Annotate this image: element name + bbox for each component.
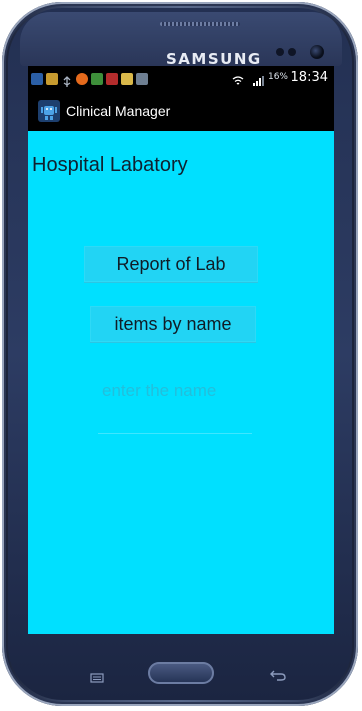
page-heading: Hospital Labatory	[32, 154, 188, 176]
status-bar: 16% 18:34	[28, 66, 334, 91]
front-camera	[310, 45, 324, 59]
signal-icon	[252, 72, 264, 86]
usb-icon	[61, 73, 73, 87]
android-icon	[38, 100, 60, 122]
report-of-lab-button[interactable]: Report of Lab	[84, 246, 258, 282]
battery-level: 16%	[267, 72, 288, 82]
phone-top-strip: SAMSUNG	[20, 12, 342, 68]
back-key-icon[interactable]	[270, 666, 286, 681]
notification-icon	[121, 72, 133, 85]
notification-icon	[106, 72, 118, 85]
items-by-name-button[interactable]: items by name	[90, 306, 256, 342]
status-time: 18:34	[290, 70, 328, 85]
wifi-icon	[232, 72, 244, 85]
notification-icon	[136, 72, 148, 85]
notification-icon	[31, 72, 43, 85]
phone-screen: 16% 18:34 Clinical Manager Hospital Laba…	[28, 66, 334, 634]
screenshot-canvas: SAMSUNG 16% 18:34 Clinical Manager Hospi…	[0, 0, 362, 711]
menu-key-icon[interactable]	[90, 668, 104, 683]
app-title: Clinical Manager	[66, 103, 171, 119]
notification-icon	[46, 72, 58, 85]
name-input[interactable]	[98, 376, 252, 434]
notification-icon	[91, 72, 103, 85]
app-title-bar: Clinical Manager	[28, 91, 334, 131]
notification-icon	[76, 72, 88, 85]
proximity-sensor	[276, 48, 284, 56]
home-button[interactable]	[148, 662, 214, 684]
light-sensor	[288, 48, 296, 56]
earpiece-speaker	[160, 22, 240, 26]
